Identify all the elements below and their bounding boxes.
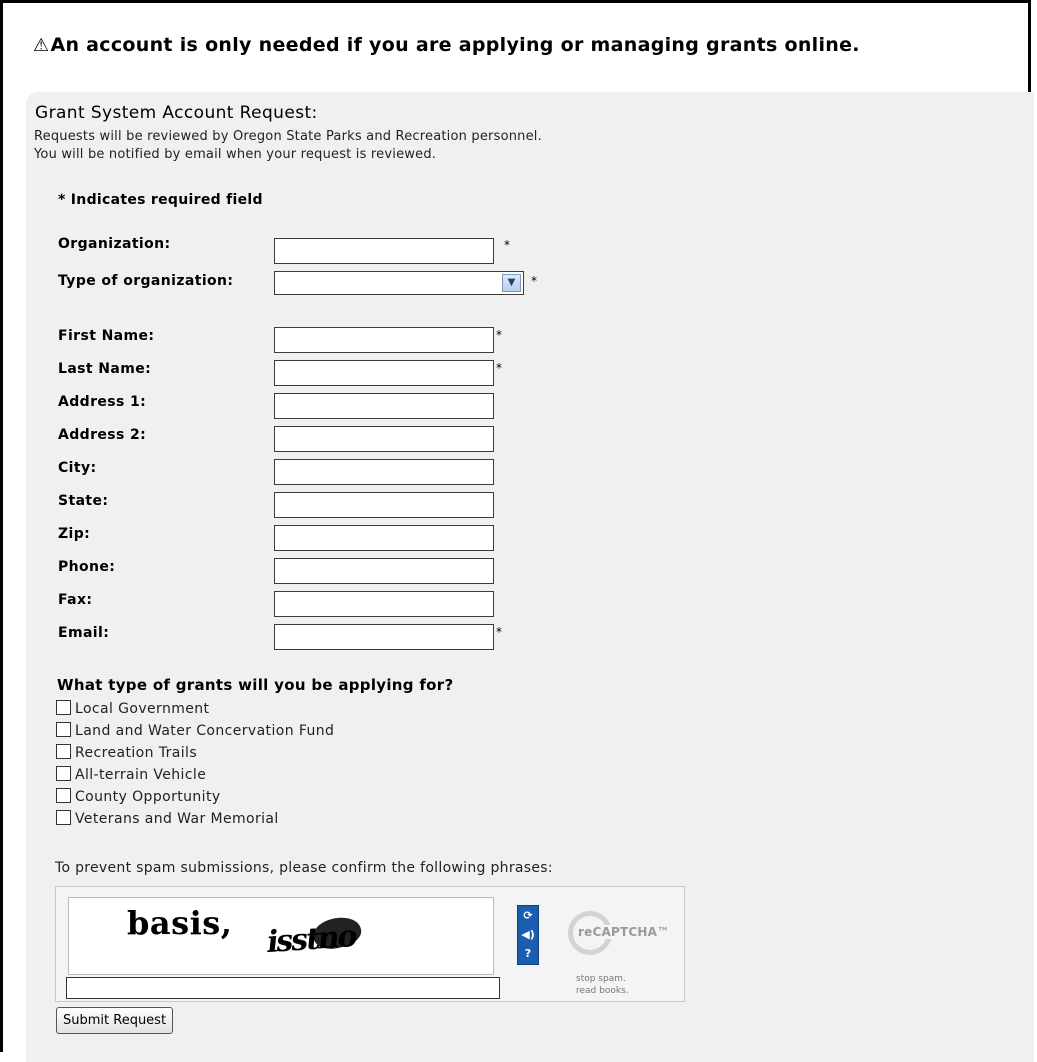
captcha-response-input[interactable] — [66, 977, 500, 999]
required-marker: * — [496, 361, 502, 375]
required-field-note: * Indicates required field — [58, 192, 263, 208]
organization-type-select[interactable]: ▼ — [274, 271, 524, 295]
required-marker: * — [531, 274, 537, 288]
grant-checkbox[interactable] — [56, 810, 71, 825]
grant-checkbox[interactable] — [56, 766, 71, 781]
grant-option[interactable]: All-terrain Vehicle — [56, 766, 206, 783]
tagline-line-1: stop spam. — [576, 974, 626, 984]
grant-option[interactable]: County Opportunity — [56, 788, 221, 805]
grant-option[interactable]: Local Government — [56, 700, 209, 717]
captcha-controls: ⟳ ◀) ? — [517, 905, 539, 965]
submit-request-button[interactable]: Submit Request — [56, 1007, 174, 1034]
address2-label: Address 2: — [58, 427, 147, 443]
city-label: City: — [58, 460, 97, 476]
grant-checkbox[interactable] — [56, 788, 71, 803]
fax-label: Fax: — [58, 592, 93, 608]
grant-option-label: Recreation Trails — [75, 745, 198, 761]
grant-checkbox[interactable] — [56, 744, 71, 759]
email-label: Email: — [58, 625, 110, 641]
fax-input[interactable] — [274, 591, 494, 617]
recaptcha-tagline: stop spam. read books. — [576, 973, 629, 997]
spam-prompt: To prevent spam submissions, please conf… — [55, 860, 553, 876]
recaptcha-widget: basis, isstno ⟳ ◀) ? reCAPTCHA™ stop spa… — [55, 886, 685, 1002]
help-icon[interactable]: ? — [518, 944, 538, 963]
organization-type-label: Type of organization: — [58, 273, 234, 289]
tagline-line-2: read books. — [576, 986, 629, 996]
refresh-icon[interactable]: ⟳ — [518, 906, 538, 925]
last-name-input[interactable] — [274, 360, 494, 386]
audio-icon[interactable]: ◀) — [518, 925, 538, 944]
required-marker: * — [504, 238, 510, 252]
grant-option[interactable]: Veterans and War Memorial — [56, 810, 279, 827]
grant-option-label: All-terrain Vehicle — [75, 767, 207, 783]
chevron-down-icon[interactable]: ▼ — [502, 274, 521, 292]
zip-label: Zip: — [58, 526, 91, 542]
recaptcha-logo-text: reCAPTCHA™ — [578, 925, 672, 939]
last-name-label: Last Name: — [58, 361, 152, 377]
grants-question: What type of grants will you be applying… — [57, 676, 454, 694]
phone-label: Phone: — [58, 559, 116, 575]
required-marker: * — [496, 328, 502, 342]
first-name-label: First Name: — [58, 328, 155, 344]
address1-input[interactable] — [274, 393, 494, 419]
grant-option-label: County Opportunity — [75, 789, 221, 805]
account-request-panel: Grant System Account Request: Requests w… — [26, 92, 1034, 1062]
grant-checkbox[interactable] — [56, 722, 71, 737]
zip-input[interactable] — [274, 525, 494, 551]
grant-option-label: Local Government — [75, 701, 210, 717]
captcha-word-2: isstno — [265, 918, 358, 961]
grant-option[interactable]: Recreation Trails — [56, 744, 197, 761]
form-description-line-2: You will be notified by email when your … — [34, 147, 437, 162]
address1-label: Address 1: — [58, 394, 147, 410]
account-notice: ⚠An account is only needed if you are ap… — [33, 34, 860, 56]
required-marker: * — [496, 625, 502, 639]
warning-triangle-icon: ⚠ — [33, 35, 50, 56]
recaptcha-logo: reCAPTCHA™ — [568, 911, 672, 961]
grant-option-label: Veterans and War Memorial — [75, 811, 279, 827]
organization-input[interactable] — [274, 238, 494, 264]
grant-option[interactable]: Land and Water Concervation Fund — [56, 722, 334, 739]
first-name-input[interactable] — [274, 327, 494, 353]
grant-option-label: Land and Water Concervation Fund — [75, 723, 335, 739]
state-input[interactable] — [274, 492, 494, 518]
city-input[interactable] — [274, 459, 494, 485]
form-title: Grant System Account Request: — [35, 103, 318, 123]
email-input[interactable] — [274, 624, 494, 650]
form-description: Requests will be reviewed by Oregon Stat… — [34, 128, 542, 164]
form-description-line-1: Requests will be reviewed by Oregon Stat… — [34, 129, 542, 144]
captcha-image: basis, isstno — [68, 897, 494, 975]
phone-input[interactable] — [274, 558, 494, 584]
organization-label: Organization: — [58, 236, 171, 252]
captcha-word-1: basis, — [127, 904, 233, 942]
grant-checkbox[interactable] — [56, 700, 71, 715]
notice-text: An account is only needed if you are app… — [50, 34, 860, 56]
state-label: State: — [58, 493, 109, 509]
address2-input[interactable] — [274, 426, 494, 452]
